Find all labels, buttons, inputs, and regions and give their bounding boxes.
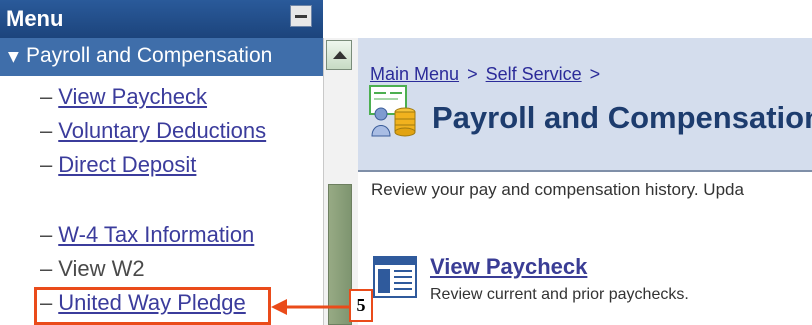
dash: – bbox=[40, 118, 53, 143]
dash: – bbox=[40, 152, 53, 177]
menu-item-label[interactable]: Direct Deposit bbox=[58, 152, 196, 177]
menu-title: Menu bbox=[6, 6, 64, 31]
menu-item-view-paycheck[interactable]: – View Paycheck bbox=[40, 84, 207, 110]
view-paycheck-description: Review current and prior paychecks. bbox=[430, 286, 689, 303]
dash: – bbox=[40, 222, 53, 247]
payroll-icon bbox=[369, 85, 416, 137]
triangle-down-icon: ▼ bbox=[8, 49, 19, 65]
highlight-box bbox=[34, 287, 271, 325]
breadcrumb-main-menu[interactable]: Main Menu bbox=[370, 64, 459, 84]
document-icon[interactable] bbox=[373, 256, 417, 298]
left-menu: Menu ▼ Payroll and Compensation – View Pa… bbox=[0, 0, 323, 325]
menu-section-payroll[interactable]: ▼ Payroll and Compensation bbox=[0, 38, 323, 76]
breadcrumb: Main Menu > Self Service > bbox=[370, 64, 603, 85]
collapse-icon[interactable] bbox=[290, 5, 312, 27]
view-paycheck-link[interactable]: View Paycheck bbox=[430, 254, 587, 280]
menu-section-label: Payroll and Compensation bbox=[26, 44, 273, 67]
page-title: Payroll and Compensation bbox=[432, 100, 812, 135]
breadcrumb-separator: > bbox=[467, 64, 478, 84]
menu-item-label[interactable]: View Paycheck bbox=[58, 84, 207, 109]
dash: – bbox=[40, 256, 53, 281]
menu-header: Menu bbox=[0, 0, 323, 38]
scroll-up-icon[interactable] bbox=[326, 40, 352, 70]
step-number-badge: 5 bbox=[349, 289, 373, 322]
menu-item-w4-tax-information[interactable]: – W-4 Tax Information bbox=[40, 222, 254, 248]
page-description: Review your pay and compensation history… bbox=[371, 180, 744, 199]
menu-item-view-w2[interactable]: – View W2 bbox=[40, 256, 145, 282]
menu-item-direct-deposit[interactable]: – Direct Deposit bbox=[40, 152, 196, 178]
breadcrumb-separator: > bbox=[589, 64, 601, 84]
menu-item-label[interactable]: W-4 Tax Information bbox=[58, 222, 254, 247]
content-panel: Main Menu > Self Service > Payroll and C… bbox=[358, 38, 812, 325]
menu-item-voluntary-deductions[interactable]: – Voluntary Deductions bbox=[40, 118, 266, 144]
dash: – bbox=[40, 84, 53, 109]
menu-item-label[interactable]: Voluntary Deductions bbox=[58, 118, 266, 143]
breadcrumb-self-service[interactable]: Self Service bbox=[486, 64, 582, 84]
menu-item-label[interactable]: View W2 bbox=[58, 256, 144, 281]
divider bbox=[358, 170, 812, 172]
menu-scrollbar[interactable] bbox=[323, 38, 358, 325]
callout-arrow-icon bbox=[271, 299, 349, 315]
